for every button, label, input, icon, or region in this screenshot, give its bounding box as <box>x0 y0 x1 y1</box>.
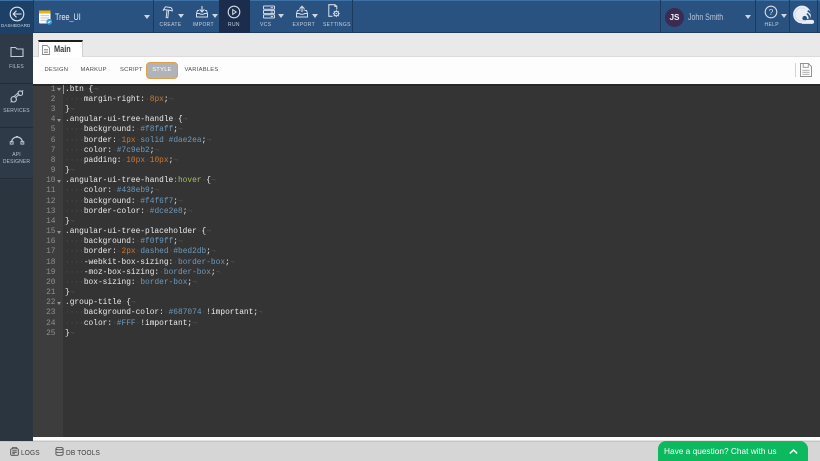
svg-text:?: ? <box>769 7 774 17</box>
